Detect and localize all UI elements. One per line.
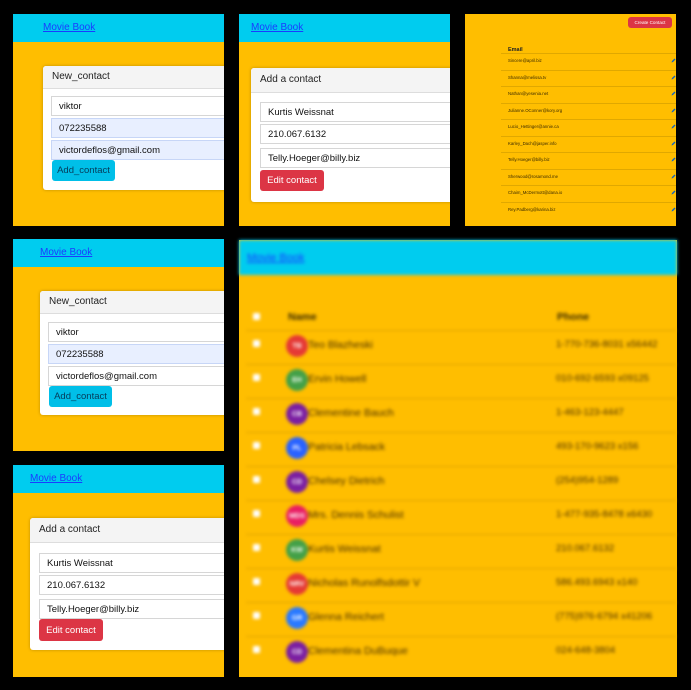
contact-phone: (775)976-6794 x41206: [556, 611, 653, 622]
row-checkbox[interactable]: [253, 578, 260, 585]
contact-phone: 1-770-736-8031 x56442: [556, 339, 658, 350]
row-checkbox[interactable]: [253, 646, 260, 653]
contact-row[interactable]: NRV Nicholas Runolfsdottir V 586.493.6943 …: [246, 568, 676, 602]
contact-name: Patricia Lebsack: [308, 441, 386, 453]
contact-phone: 1-463-123-4447: [556, 407, 624, 418]
phone-column-header: Phone: [557, 311, 590, 323]
contact-row[interactable]: MDS Mrs. Dennis Schulist 1-477-935-8478 x6…: [246, 500, 676, 534]
avatar: EH: [286, 369, 308, 391]
row-checkbox[interactable]: [253, 544, 260, 551]
avatar: MDS: [286, 505, 308, 527]
contact-row[interactable]: CD Clementina DuBuque 024-648-3804: [246, 636, 676, 670]
contact-list-content: Movie Book Name Phone TB Teo Blazheski 1-7…: [0, 0, 691, 690]
contact-row[interactable]: CD Chelsey Dietrich (254)954-1289: [246, 466, 676, 500]
avatar: NRV: [286, 573, 308, 595]
avatar: CD: [286, 471, 308, 493]
contact-phone: 010-692-6593 x09125: [556, 373, 649, 384]
contact-name: Clementine Bauch: [308, 407, 394, 419]
row-checkbox[interactable]: [253, 612, 260, 619]
contact-name: Nicholas Runolfsdottir V: [308, 577, 421, 589]
name-column-header: Name: [288, 311, 317, 323]
row-checkbox[interactable]: [253, 476, 260, 483]
contact-row[interactable]: PL Patricia Lebsack 493-170-9623 x156: [246, 432, 676, 466]
avatar: KW: [286, 539, 308, 561]
avatar: TB: [286, 335, 308, 357]
avatar: GR: [286, 607, 308, 629]
contact-name: Clementina DuBuque: [308, 645, 408, 657]
contact-row[interactable]: EH Ervin Howell 010-692-6593 x09125: [246, 364, 676, 398]
contact-row[interactable]: KW Kurtis Weissnat 210.067.6132: [246, 534, 676, 568]
contact-name: Ervin Howell: [308, 373, 367, 385]
contact-phone: 586.493.6943 x140: [556, 577, 638, 588]
top-navbar: Movie Book: [239, 240, 677, 275]
avatar: CD: [286, 641, 308, 663]
row-checkbox[interactable]: [253, 510, 260, 517]
row-checkbox[interactable]: [253, 374, 260, 381]
contact-phone: (254)954-1289: [556, 475, 619, 486]
avatar: PL: [286, 437, 308, 459]
row-checkbox[interactable]: [253, 340, 260, 347]
contact-name: Teo Blazheski: [308, 339, 373, 351]
avatar: CB: [286, 403, 308, 425]
contact-name: Mrs. Dennis Schulist: [308, 509, 404, 521]
contact-phone: 210.067.6132: [556, 543, 615, 554]
row-checkbox[interactable]: [253, 442, 260, 449]
contact-phone: 1-477-935-8478 x6430: [556, 509, 653, 520]
row-checkbox[interactable]: [253, 408, 260, 415]
contact-phone: 024-648-3804: [556, 645, 616, 656]
contact-phone: 493-170-9623 x156: [556, 441, 639, 452]
contact-name: Chelsey Dietrich: [308, 475, 385, 487]
brand-link[interactable]: Movie Book: [247, 252, 304, 264]
contact-row[interactable]: GR Glenna Reichert (775)976-6794 x41206: [246, 602, 676, 636]
contact-row[interactable]: TB Teo Blazheski 1-770-736-8031 x56442: [246, 330, 676, 364]
contact-name: Glenna Reichert: [308, 611, 384, 623]
contact-name: Kurtis Weissnat: [308, 543, 381, 555]
contact-row[interactable]: CB Clementine Bauch 1-463-123-4447: [246, 398, 676, 432]
select-all-checkbox[interactable]: [253, 313, 260, 320]
